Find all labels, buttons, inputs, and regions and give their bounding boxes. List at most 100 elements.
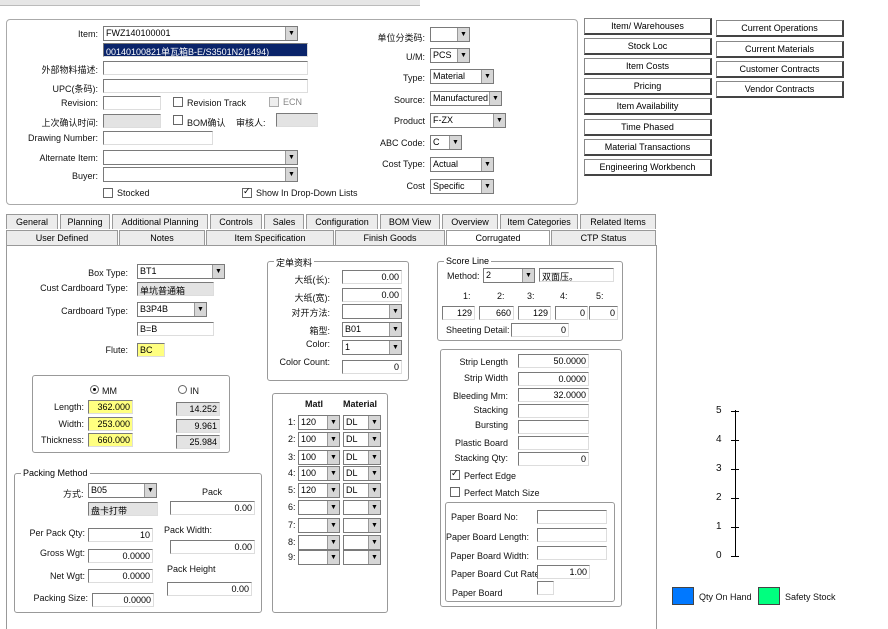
- per-pack-field[interactable]: 10: [88, 528, 153, 542]
- type-select[interactable]: Material ▼: [430, 69, 494, 84]
- item-warehouses-button[interactable]: Item/ Warehouses: [584, 18, 712, 35]
- box-type-select[interactable]: BT1 ▼: [137, 264, 225, 279]
- pack-height-field[interactable]: 0.00: [167, 582, 252, 596]
- cardboard-type-select[interactable]: B3P4B ▼: [137, 302, 207, 317]
- material-select[interactable]: DL ▼: [343, 450, 381, 465]
- tab-item-categories[interactable]: Item Categories: [500, 214, 578, 229]
- item-select[interactable]: FWZ140100001 ▼: [103, 26, 298, 41]
- material-select[interactable]: ▼: [343, 535, 381, 550]
- source-select[interactable]: Manufactured ▼: [430, 91, 502, 106]
- drawing-field[interactable]: [103, 131, 213, 145]
- color-select[interactable]: 1 ▼: [342, 340, 402, 355]
- tab-related-items[interactable]: Related Items: [580, 214, 656, 229]
- sheeting-field[interactable]: 0: [511, 323, 569, 337]
- engineering-workbench-button[interactable]: Engineering Workbench: [584, 159, 712, 176]
- customer-contracts-button[interactable]: Customer Contracts: [716, 61, 844, 78]
- matl-select[interactable]: ▼: [298, 500, 340, 515]
- open-method-select[interactable]: ▼: [342, 304, 402, 319]
- packing-size-field[interactable]: 0.0000: [92, 593, 154, 607]
- material-select[interactable]: ▼: [343, 550, 381, 565]
- revision-field[interactable]: [103, 96, 161, 110]
- tab-controls[interactable]: Controls: [210, 214, 262, 229]
- tab-configuration[interactable]: Configuration: [306, 214, 378, 229]
- tab-item-specification[interactable]: Item Specification: [206, 230, 334, 245]
- item-costs-button[interactable]: Item Costs: [584, 58, 712, 75]
- matl-select[interactable]: ▼: [298, 550, 340, 565]
- matl-select[interactable]: ▼: [298, 535, 340, 550]
- width-mm-field[interactable]: 253.000: [88, 417, 133, 431]
- buyer-select[interactable]: ▼: [103, 167, 298, 182]
- current-operations-button[interactable]: Current Operations: [716, 20, 844, 37]
- stacking-field[interactable]: [518, 404, 589, 418]
- length-mm-field[interactable]: 362.000: [88, 400, 133, 414]
- net-wgt-field[interactable]: 0.0000: [88, 569, 153, 583]
- matl-select[interactable]: 100 ▼: [298, 450, 340, 465]
- cost-select[interactable]: Specific ▼: [430, 179, 494, 194]
- alt-item-select[interactable]: ▼: [103, 150, 298, 165]
- ext-desc-field[interactable]: [103, 61, 308, 75]
- sheet-long-field[interactable]: 0.00: [342, 270, 402, 284]
- box-model-select[interactable]: B01 ▼: [342, 322, 402, 337]
- item-description-field[interactable]: 00140100821单瓦箱B-E/S3501N2(1494): [103, 43, 308, 57]
- score-value-2[interactable]: 660: [479, 306, 514, 320]
- plastic-board-field[interactable]: [518, 436, 589, 450]
- score-value-1[interactable]: 129: [442, 306, 475, 320]
- tab-additional-planning[interactable]: Additional Planning: [112, 214, 208, 229]
- material-select[interactable]: DL ▼: [343, 466, 381, 481]
- upc-field[interactable]: [103, 79, 308, 93]
- tab-bom-view[interactable]: BOM View: [380, 214, 440, 229]
- color-count-field[interactable]: 0: [342, 360, 402, 374]
- matl-select[interactable]: ▼: [298, 518, 340, 533]
- matl-select[interactable]: 120 ▼: [298, 483, 340, 498]
- strip-length-field[interactable]: 50.0000: [518, 354, 589, 368]
- tab-notes[interactable]: Notes: [119, 230, 205, 245]
- matl-select[interactable]: 120 ▼: [298, 415, 340, 430]
- ecn-checkbox[interactable]: [269, 97, 279, 107]
- perfect-match-checkbox[interactable]: [450, 487, 460, 497]
- score-value-3[interactable]: 129: [518, 306, 551, 320]
- vendor-contracts-button[interactable]: Vendor Contracts: [716, 81, 844, 98]
- tab-sales[interactable]: Sales: [264, 214, 304, 229]
- bom-confirm-checkbox[interactable]: [173, 115, 183, 125]
- pricing-button[interactable]: Pricing: [584, 78, 712, 95]
- bleeding-field[interactable]: 32.0000: [518, 388, 589, 402]
- stocked-checkbox[interactable]: [103, 188, 113, 198]
- paper-board-no-field[interactable]: [537, 510, 607, 524]
- item-availability-button[interactable]: Item Availability: [584, 98, 712, 115]
- packing-method-select[interactable]: B05 ▼: [88, 483, 157, 498]
- show-dropdown-checkbox[interactable]: [242, 186, 252, 198]
- pack-field[interactable]: 0.00: [170, 501, 255, 515]
- stacking-qty-field[interactable]: 0: [518, 452, 589, 466]
- tab-planning[interactable]: Planning: [60, 214, 110, 229]
- perfect-edge-checkbox[interactable]: [450, 468, 460, 480]
- in-radio[interactable]: [178, 385, 187, 394]
- matl-select[interactable]: 100 ▼: [298, 432, 340, 447]
- score-value-4[interactable]: 0: [555, 306, 588, 320]
- paper-board-cut-field[interactable]: 1.00: [537, 565, 590, 579]
- strip-width-field[interactable]: 0.0000: [518, 372, 589, 386]
- pack-width-field[interactable]: 0.00: [170, 540, 255, 554]
- material-select[interactable]: DL ▼: [343, 483, 381, 498]
- material-select[interactable]: ▼: [343, 518, 381, 533]
- tab-ctp-status[interactable]: CTP Status: [551, 230, 656, 245]
- stock-loc-button[interactable]: Stock Loc: [584, 38, 712, 55]
- tab-general[interactable]: General: [6, 214, 58, 229]
- bursting-field[interactable]: [518, 420, 589, 434]
- material-select[interactable]: DL ▼: [343, 432, 381, 447]
- flute-field[interactable]: BC: [137, 343, 165, 357]
- sheet-wide-field[interactable]: 0.00: [342, 288, 402, 302]
- um-select[interactable]: PCS ▼: [430, 48, 470, 63]
- material-transactions-button[interactable]: Material Transactions: [584, 139, 712, 156]
- matl-select[interactable]: 100 ▼: [298, 466, 340, 481]
- paper-board-length-field[interactable]: [537, 528, 607, 542]
- tab-finish-goods[interactable]: Finish Goods: [335, 230, 445, 245]
- time-phased-button[interactable]: Time Phased: [584, 119, 712, 136]
- cardboard-desc-field[interactable]: B=B: [137, 322, 214, 336]
- tab-corrugated[interactable]: Corrugated: [446, 230, 550, 245]
- revision-track-checkbox[interactable]: [173, 97, 183, 107]
- material-select[interactable]: ▼: [343, 500, 381, 515]
- thickness-mm-field[interactable]: 660.000: [88, 433, 133, 447]
- paper-board-field[interactable]: [537, 581, 554, 595]
- score-method-desc[interactable]: 双面压。: [539, 268, 614, 282]
- material-select[interactable]: DL ▼: [343, 415, 381, 430]
